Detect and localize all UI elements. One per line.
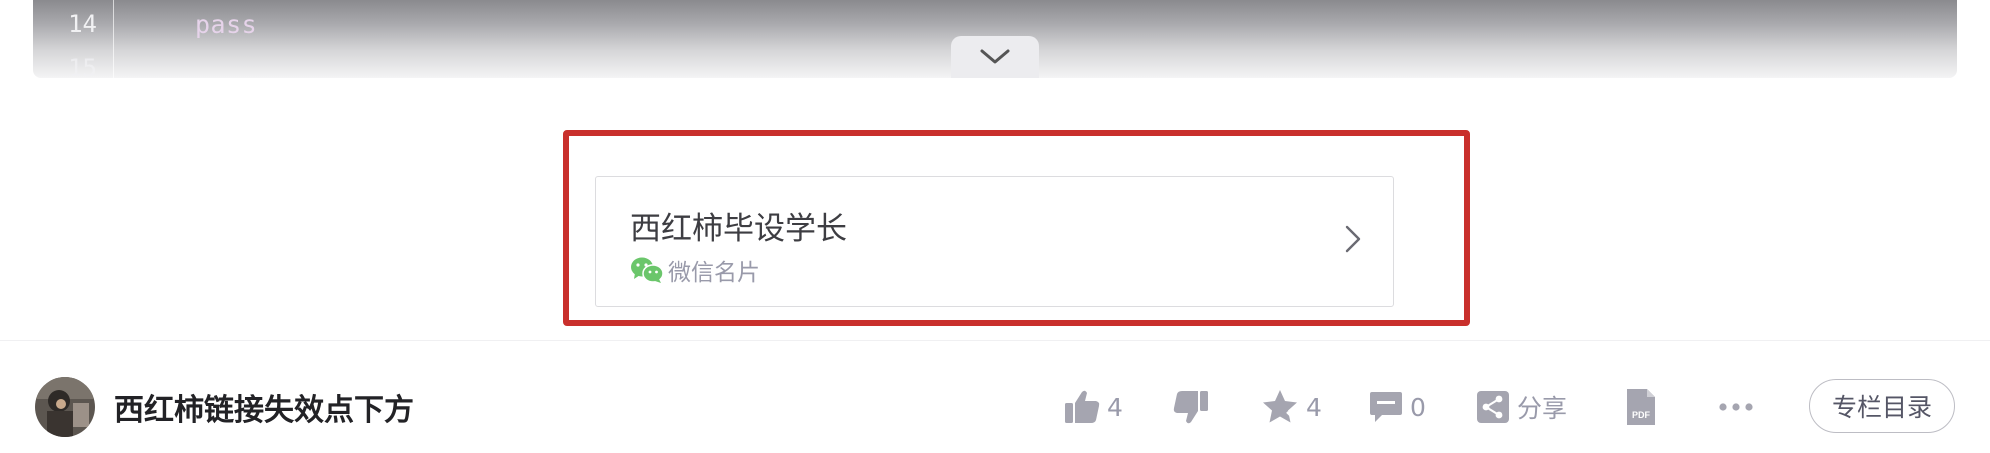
more-icon	[1719, 403, 1753, 411]
wechat-card-subtitle: 微信名片	[668, 260, 760, 286]
pdf-icon: PDF	[1627, 389, 1655, 425]
share-button[interactable]: 分享	[1475, 387, 1567, 427]
avatar-image	[35, 377, 95, 437]
share-label: 分享	[1517, 394, 1568, 423]
thumbs-up-icon	[1065, 390, 1100, 423]
share-icon	[1477, 391, 1509, 423]
chevron-right-icon	[1345, 225, 1361, 253]
avatar[interactable]	[35, 377, 95, 437]
wechat-card-subtitle-row: 微信名片	[630, 253, 760, 287]
comment-count: 0	[1410, 392, 1426, 422]
star-icon	[1263, 390, 1297, 423]
code-block: 14 15 pass	[33, 0, 1957, 78]
more-button[interactable]	[1718, 387, 1754, 427]
svg-text:PDF: PDF	[1632, 410, 1651, 420]
code-line: pass	[195, 10, 258, 39]
article-toolbar: 西红柿链接失效点下方 4 4 0 分享 PDF 专栏目录	[0, 340, 1990, 453]
line-number-gutter: 14 15	[33, 0, 114, 78]
pdf-button[interactable]: PDF	[1625, 387, 1657, 427]
wechat-card-title: 西红柿毕设学长	[630, 211, 847, 247]
thumbs-down-icon	[1173, 391, 1208, 424]
comment-button[interactable]: 0	[1368, 387, 1426, 427]
column-catalog-button[interactable]: 专栏目录	[1809, 379, 1955, 433]
comment-icon	[1370, 392, 1402, 422]
like-count: 4	[1107, 392, 1123, 422]
dislike-button[interactable]	[1172, 387, 1210, 427]
favorite-count: 4	[1306, 392, 1322, 422]
chevron-down-icon	[980, 49, 1010, 64]
wechat-icon	[631, 257, 664, 283]
wechat-card[interactable]: 西红柿毕设学长 微信名片	[595, 176, 1394, 307]
like-button[interactable]: 4	[1063, 387, 1123, 427]
line-number: 15	[68, 54, 97, 78]
favorite-button[interactable]: 4	[1260, 387, 1322, 427]
expand-code-button[interactable]	[951, 36, 1039, 78]
line-number: 14	[68, 10, 97, 38]
author-name[interactable]: 西红柿链接失效点下方	[114, 385, 414, 429]
